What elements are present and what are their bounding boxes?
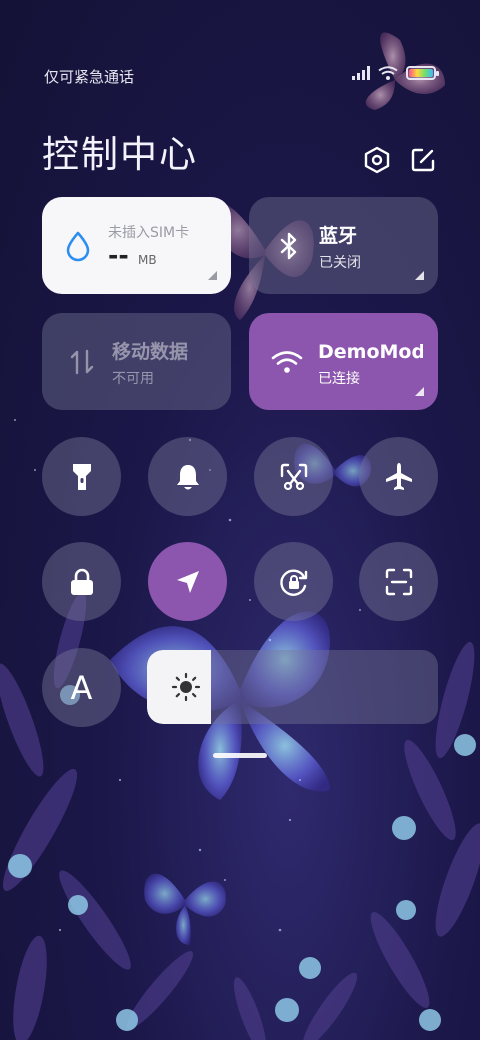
wifi-tile[interactable]: DemoMod 已连接 xyxy=(249,313,438,410)
lock-icon xyxy=(70,568,93,595)
screenshot-icon xyxy=(280,463,307,490)
rotation-lock-toggle[interactable] xyxy=(254,542,333,621)
font-size-label: A xyxy=(70,668,93,707)
home-indicator[interactable] xyxy=(213,753,267,758)
mobile-data-tile[interactable]: 移动数据 不可用 xyxy=(42,313,231,410)
scanner-toggle[interactable] xyxy=(359,542,438,621)
font-size-button[interactable]: A xyxy=(42,648,121,727)
bluetooth-icon xyxy=(273,230,305,262)
page-title: 控制中心 xyxy=(42,133,198,176)
brightness-slider[interactable] xyxy=(147,650,438,724)
data-usage-unit: MB xyxy=(138,253,157,267)
wifi-icon xyxy=(271,346,303,378)
location-icon xyxy=(176,570,199,593)
sun-icon xyxy=(171,672,201,702)
carrier-status: 仅可紧急通话 xyxy=(44,68,135,86)
wifi-icon xyxy=(378,66,398,80)
expand-corner-icon xyxy=(415,271,424,280)
bluetooth-status: 已关闭 xyxy=(319,255,361,271)
sim-status-label: 未插入SIM卡 xyxy=(108,225,190,241)
bell-icon xyxy=(176,464,199,489)
location-toggle[interactable] xyxy=(148,542,227,621)
mobile-data-status: 不可用 xyxy=(112,371,154,387)
scan-icon xyxy=(385,568,412,595)
wifi-network-name: DemoMod xyxy=(318,341,423,363)
airplane-icon xyxy=(385,462,412,490)
status-bar: 仅可紧急通话 xyxy=(0,0,480,100)
lock-screen-toggle[interactable] xyxy=(42,542,121,621)
expand-corner-icon xyxy=(415,387,424,396)
flashlight-toggle[interactable] xyxy=(42,437,121,516)
settings-button[interactable] xyxy=(361,144,393,176)
signal-bars-icon xyxy=(352,66,370,80)
settings-hexagon-icon xyxy=(364,146,390,174)
status-icons xyxy=(352,66,439,80)
edit-button[interactable] xyxy=(407,144,439,176)
flashlight-icon xyxy=(72,463,91,490)
wifi-status: 已连接 xyxy=(318,371,360,387)
screenshot-toggle[interactable] xyxy=(254,437,333,516)
bluetooth-title: 蓝牙 xyxy=(319,225,358,247)
data-usage-value: -- xyxy=(108,241,129,270)
bluetooth-tile[interactable]: 蓝牙 已关闭 xyxy=(249,197,438,294)
data-usage-tile[interactable]: 未插入SIM卡 -- MB xyxy=(42,197,231,294)
airplane-mode-toggle[interactable] xyxy=(359,437,438,516)
ringer-toggle[interactable] xyxy=(148,437,227,516)
edit-icon xyxy=(411,148,435,172)
water-drop-icon xyxy=(62,230,94,262)
battery-icon xyxy=(406,66,439,80)
rotation-lock-icon xyxy=(279,569,307,596)
data-arrows-icon xyxy=(66,346,98,378)
mobile-data-title: 移动数据 xyxy=(112,341,189,363)
expand-corner-icon xyxy=(208,271,217,280)
